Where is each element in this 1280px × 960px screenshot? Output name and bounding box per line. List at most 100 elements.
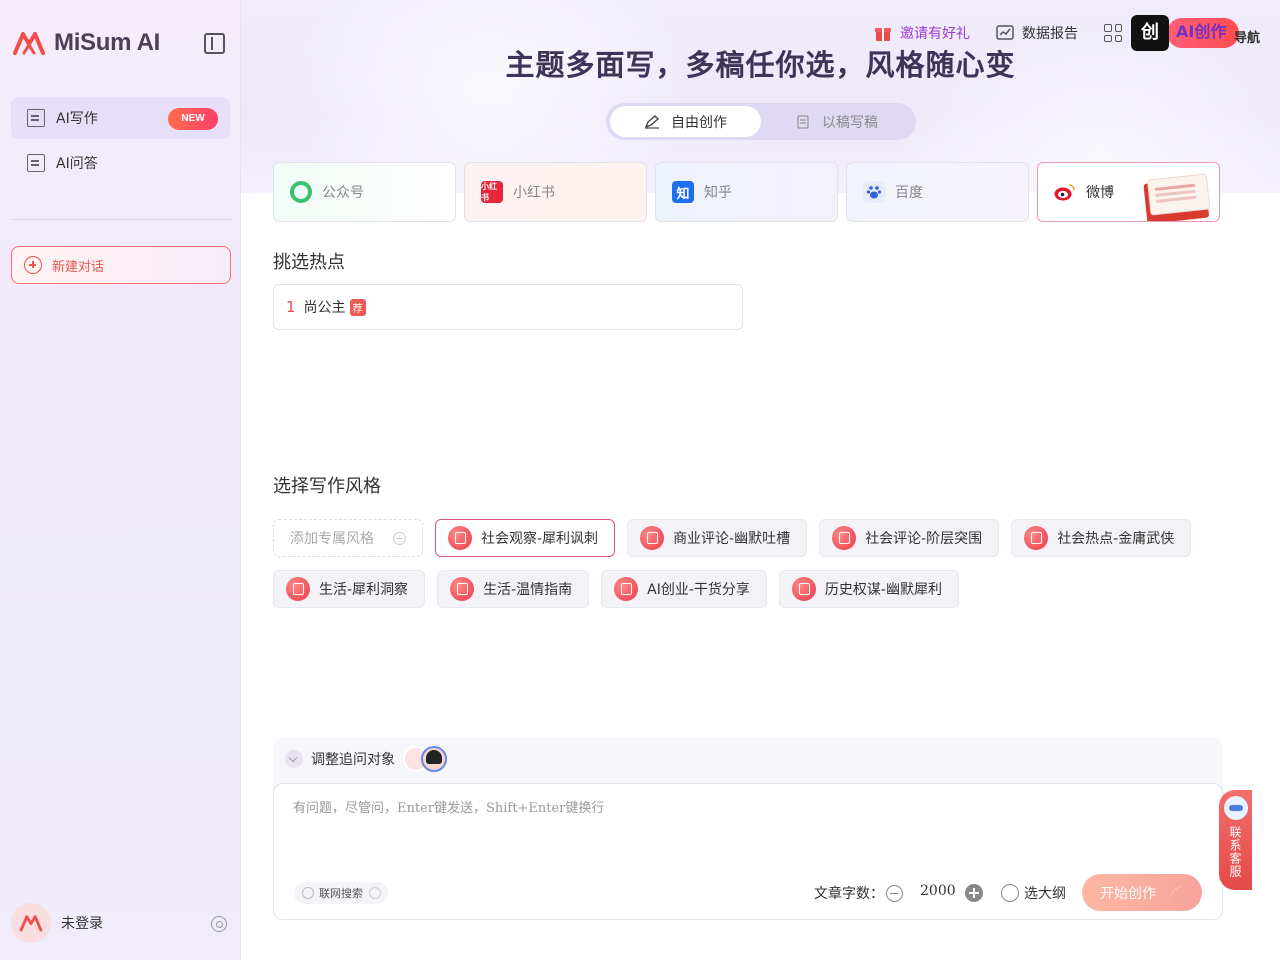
report-label: 数据报告 <box>1022 26 1078 42</box>
zhihu-icon: 知 <box>672 181 694 203</box>
weibo-preview-illustration <box>1137 169 1212 221</box>
tab-free-writing[interactable]: 自由创作 <box>610 106 761 137</box>
platform-baidu[interactable]: 百度 <box>846 162 1029 222</box>
tab-label: 以稿写稿 <box>822 114 878 131</box>
style-chip[interactable]: 历史权谋-幽默犀利 <box>778 570 959 608</box>
style-chip[interactable]: 社会评论-阶层突围 <box>819 519 1000 557</box>
style-label: 生活-犀利洞察 <box>319 582 409 598</box>
thumbs-up-icon <box>614 577 639 601</box>
style-chip[interactable]: 生活-犀利洞察 <box>273 570 426 608</box>
style-chip[interactable]: 生活-温情指南 <box>437 570 590 608</box>
thumbs-up-icon <box>791 577 816 601</box>
platform-label: 小红书 <box>513 185 555 201</box>
sidebar-item-ai-qa[interactable]: AI问答 <box>11 142 230 184</box>
style-label: 生活-温情指南 <box>483 582 573 598</box>
weibo-icon <box>1054 181 1076 203</box>
ai-chuangzuo-text: AI创作 <box>1176 22 1227 41</box>
persona-avatar[interactable] <box>421 746 447 772</box>
toggle-circle <box>369 887 381 899</box>
user-profile[interactable]: 未登录 <box>11 903 103 943</box>
decrease-word-count-icon[interactable] <box>886 885 903 902</box>
recommend-badge: 荐 <box>349 298 366 316</box>
platform-label: 百度 <box>895 185 923 201</box>
tab-draft-based[interactable]: 以稿写稿 <box>761 106 912 137</box>
platform-xiaohongshu[interactable]: 小红书 小红书 <box>464 162 647 222</box>
platform-label: 公众号 <box>322 185 364 201</box>
wechat-official-icon <box>290 181 312 203</box>
rocket-icon <box>1168 884 1184 901</box>
outline-radio[interactable] <box>1001 884 1019 902</box>
new-badge: NEW <box>168 108 218 130</box>
followup-target-label: 调整追问对象 <box>311 752 395 768</box>
style-chip[interactable]: AI创业-干货分享 <box>601 570 767 608</box>
composer-panel: 调整追问对象 联网搜索 文章字数： 2000 选大纲 开始创作 <box>273 738 1223 920</box>
add-custom-style-button[interactable]: 添加专属风格 <box>273 519 423 557</box>
avatar <box>11 903 51 943</box>
prompt-input[interactable] <box>293 796 1193 820</box>
start-writing-button[interactable]: 开始创作 <box>1082 874 1202 911</box>
misum-logo-icon <box>19 915 43 932</box>
style-chip[interactable]: 社会热点-金庸武侠 <box>1011 519 1192 557</box>
web-search-label: 联网搜索 <box>319 887 363 900</box>
page-headline: 主题多面写，多稿任你选，风格随心变 <box>505 48 1016 82</box>
mode-toggle: 自由创作 以稿写稿 <box>606 103 916 140</box>
main-content: 邀请有好礼 数据报告 创 AI创作 导航 主题多面写，多稿任你选，风格随心变 自… <box>241 0 1280 960</box>
platform-zhihu[interactable]: 知 知乎 <box>655 162 838 222</box>
sidebar-divider <box>11 219 232 220</box>
invite-link[interactable]: 邀请有好礼 <box>874 23 970 43</box>
thumbs-up-icon <box>286 577 310 601</box>
thumbs-up-icon <box>832 526 857 550</box>
contact-support-button[interactable]: 联系客服 <box>1219 790 1252 890</box>
hot-topic-item[interactable]: 1 尚公主 荐 <box>273 284 743 330</box>
platform-label: 知乎 <box>704 185 732 201</box>
web-search-toggle[interactable]: 联网搜索 <box>294 882 388 904</box>
chat-icon <box>27 154 45 172</box>
plus-circle-icon <box>24 256 42 274</box>
gift-icon <box>875 28 891 41</box>
user-name: 未登录 <box>61 916 103 932</box>
sidebar-item-label: AI写作 <box>56 111 98 127</box>
tab-label: 自由创作 <box>671 114 727 131</box>
platform-selector: 公众号 小红书 小红书 知 知乎 百度 微博 <box>273 162 1228 222</box>
style-label: 社会热点-金庸武侠 <box>1057 531 1175 547</box>
start-label: 开始创作 <box>1100 885 1156 902</box>
hot-text: 尚公主 <box>303 300 346 316</box>
hot-topics-title: 挑选热点 <box>273 252 345 273</box>
data-report-link[interactable]: 数据报告 <box>996 23 1078 43</box>
style-chip[interactable]: 商业评论-幽默吐槽 <box>627 519 808 557</box>
thumbs-up-icon <box>448 526 472 550</box>
style-chip[interactable]: 社会观察-犀利讽刺 <box>435 519 616 557</box>
support-label: 联系客服 <box>1228 826 1242 878</box>
collapse-sidebar-icon[interactable] <box>204 33 225 54</box>
sidebar-item-ai-writing[interactable]: AI写作 NEW <box>11 97 230 139</box>
followup-target-selector[interactable]: 调整追问对象 <box>285 745 447 773</box>
globe-icon <box>302 887 314 899</box>
increase-word-count-icon[interactable] <box>965 884 983 902</box>
support-bot-icon <box>1223 796 1248 820</box>
style-label: AI创业-干货分享 <box>647 582 750 598</box>
report-icon <box>996 25 1014 40</box>
composer-box: 联网搜索 文章字数： 2000 选大纲 开始创作 <box>273 783 1223 920</box>
word-count-label: 文章字数： <box>814 886 884 902</box>
brand-logo[interactable]: MiSum AI <box>12 29 160 57</box>
sidebar-item-label: AI问答 <box>56 156 98 172</box>
new-chat-button[interactable]: 新建对话 <box>11 246 231 284</box>
style-label: 历史权谋-幽默犀利 <box>824 582 942 598</box>
style-chips: 添加专属风格 社会观察-犀利讽刺 商业评论-幽默吐槽 社会评论-阶层突围 社会热… <box>273 519 1233 621</box>
new-chat-label: 新建对话 <box>52 259 105 275</box>
misum-logo-icon <box>13 32 45 55</box>
outline-label: 选大纲 <box>1024 886 1066 902</box>
apps-grid-icon[interactable] <box>1104 24 1122 42</box>
xiaohongshu-icon: 小红书 <box>481 181 503 203</box>
style-label: 社会观察-犀利讽刺 <box>481 531 599 547</box>
hot-rank: 1 <box>286 298 296 316</box>
document-icon <box>797 114 809 129</box>
platform-weibo[interactable]: 微博 <box>1037 162 1220 222</box>
thumbs-up-icon <box>640 526 665 550</box>
settings-icon[interactable] <box>211 916 227 932</box>
word-count-value[interactable]: 2000 <box>920 883 956 899</box>
style-label: 商业评论-幽默吐槽 <box>673 531 791 547</box>
top-links: 邀请有好礼 数据报告 <box>874 22 1128 44</box>
platform-wechat[interactable]: 公众号 <box>273 162 456 222</box>
write-icon <box>27 109 45 127</box>
